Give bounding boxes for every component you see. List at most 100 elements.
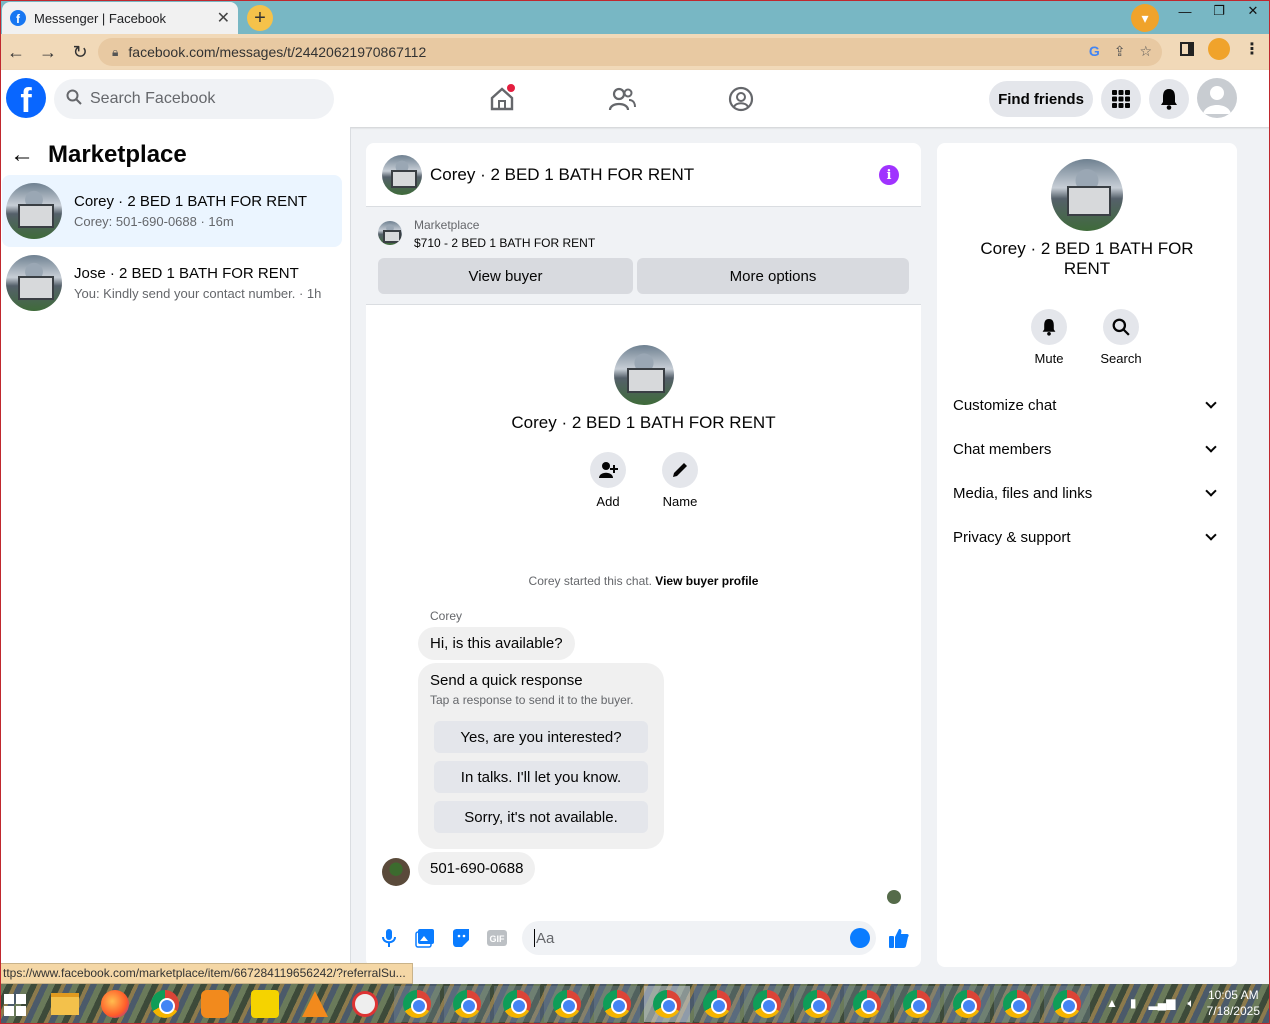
row-label: Chat members (953, 440, 1052, 458)
mute-button[interactable]: Mute (1019, 309, 1079, 366)
file-explorer-icon[interactable] (42, 986, 88, 1022)
lock-icon[interactable]: 🔒︎ (112, 45, 118, 60)
share-icon[interactable]: ⇪ (1114, 43, 1126, 60)
chrome-window-icon[interactable] (844, 986, 890, 1022)
chrome-window-icon[interactable] (394, 986, 440, 1022)
uc-browser-icon[interactable] (192, 986, 238, 1022)
sticker-icon[interactable] (450, 927, 472, 949)
thumbs-up-icon[interactable] (888, 927, 910, 949)
back-arrow-icon[interactable]: ← (10, 141, 34, 169)
marketplace-title: Marketplace (48, 141, 187, 168)
firefox-icon[interactable] (92, 986, 138, 1022)
name-button[interactable]: Name (650, 452, 710, 509)
app-icon[interactable] (342, 986, 388, 1022)
clock[interactable]: 10:05 AM 7/18/2025 (1207, 987, 1260, 1019)
chrome-window-icon[interactable] (794, 986, 840, 1022)
quick-reply-button[interactable]: Sorry, it's not available. (434, 801, 648, 833)
chrome-window-icon[interactable] (994, 986, 1040, 1022)
search-button[interactable]: Search (1091, 309, 1151, 366)
search-input[interactable]: Search Facebook (54, 79, 334, 119)
microphone-icon[interactable] (378, 927, 400, 949)
profile-avatar-icon[interactable] (1208, 38, 1230, 60)
listing-thumbnail[interactable] (378, 221, 402, 245)
minimize-icon[interactable]: — (1168, 0, 1202, 22)
conversation-title: Jose · 2 BED 1 BATH FOR RENT (74, 265, 299, 282)
gif-icon[interactable]: GIF (486, 927, 508, 949)
friends-icon[interactable] (607, 84, 637, 114)
media-files-links-row[interactable]: Media, files and links (953, 471, 1221, 515)
windows-start-icon[interactable] (4, 994, 26, 1016)
menu-grid-icon[interactable] (1101, 79, 1141, 119)
info-icon[interactable]: i (879, 165, 899, 185)
name-label: Name (662, 494, 698, 509)
chrome-window-icon[interactable] (544, 986, 590, 1022)
chrome-icon[interactable] (142, 986, 188, 1022)
notifications-bell-icon[interactable] (1149, 79, 1189, 119)
text-caret (534, 929, 535, 947)
privacy-support-row[interactable]: Privacy & support (953, 515, 1221, 559)
player-icon[interactable] (242, 986, 288, 1022)
listing-price[interactable]: $710 - 2 BED 1 BATH FOR RENT (414, 236, 595, 250)
conversation-item[interactable]: Jose · 2 BED 1 BATH FOR RENT You: Kindly… (2, 247, 342, 319)
quick-reply-button[interactable]: Yes, are you interested? (434, 721, 648, 753)
message-bubble[interactable]: Hi, is this available? (418, 627, 575, 660)
chat-avatar[interactable] (382, 154, 422, 195)
more-options-button[interactable]: More options (637, 258, 909, 294)
photo-icon[interactable] (414, 927, 436, 949)
chat-title[interactable]: Corey · 2 BED 1 BATH FOR RENT (430, 165, 694, 185)
reload-icon[interactable]: ↻ (64, 36, 96, 68)
google-icon[interactable]: G (1089, 43, 1100, 60)
row-label: Customize chat (953, 396, 1057, 414)
chat-started-note: Corey started this chat. View buyer prof… (366, 574, 921, 588)
tray-overflow-icon[interactable]: ▲ (1106, 996, 1118, 1010)
message-placeholder: Aa (536, 929, 555, 947)
quick-response-subtitle: Tap a response to send it to the buyer. (430, 693, 634, 707)
chrome-window-icon[interactable] (894, 986, 940, 1022)
kebab-menu-icon[interactable]: ⋮ (1244, 39, 1260, 59)
groups-icon[interactable] (726, 84, 756, 114)
restore-icon[interactable]: ❐ (1202, 0, 1236, 22)
forward-icon[interactable]: → (32, 36, 64, 68)
address-bar[interactable]: 🔒︎ facebook.com/messages/t/2442062197086… (98, 38, 1162, 66)
chrome-window-icon[interactable] (944, 986, 990, 1022)
browser-toolbar: ← → ↻ 🔒︎ facebook.com/messages/t/2442062… (0, 34, 1270, 70)
message-input[interactable]: Aa (522, 921, 876, 955)
search-icon (1103, 309, 1139, 345)
facebook-logo-icon[interactable]: f (6, 78, 46, 118)
chrome-window-icon[interactable] (594, 986, 640, 1022)
bookmark-star-icon[interactable]: ☆ (1139, 43, 1152, 60)
browser-tab[interactable]: f Messenger | Facebook ✕ (2, 2, 238, 34)
chat-members-row[interactable]: Chat members (953, 427, 1221, 471)
chrome-window-icon[interactable] (744, 986, 790, 1022)
signal-icon[interactable]: ▂▄▆ (1148, 996, 1175, 1010)
customize-chat-row[interactable]: Customize chat (953, 383, 1221, 427)
back-icon[interactable]: ← (0, 36, 32, 68)
network-icon[interactable]: ▮ (1130, 996, 1137, 1010)
tab-close-icon[interactable]: ✕ (217, 8, 230, 28)
chrome-window-icon[interactable] (1044, 986, 1090, 1022)
system-tray: ▲ ▮ ▂▄▆ 🔈︎ 10:05 AM 7/18/2025 (1106, 987, 1260, 1019)
view-buyer-profile-link[interactable]: View buyer profile (655, 574, 758, 588)
view-buyer-button[interactable]: View buyer (378, 258, 633, 294)
emoji-icon[interactable] (850, 928, 870, 948)
chrome-window-icon[interactable] (694, 986, 740, 1022)
chrome-window-icon[interactable] (644, 986, 690, 1022)
conversation-item[interactable]: Corey · 2 BED 1 BATH FOR RENT Corey: 501… (2, 175, 342, 247)
side-panel-icon[interactable] (1180, 42, 1194, 56)
sender-avatar[interactable] (382, 858, 410, 886)
chrome-window-icon[interactable] (494, 986, 540, 1022)
vlc-icon[interactable] (292, 986, 338, 1022)
add-button[interactable]: Add (578, 452, 638, 509)
tab-search-button[interactable]: ▾ (1131, 4, 1159, 32)
close-window-icon[interactable]: ✕ (1236, 0, 1270, 22)
home-icon[interactable] (487, 84, 517, 114)
find-friends-button[interactable]: Find friends (989, 81, 1093, 117)
conversation-title: Corey · 2 BED 1 BATH FOR RENT (74, 193, 308, 210)
volume-icon[interactable]: 🔈︎ (1187, 996, 1194, 1011)
chrome-window-icon[interactable] (444, 986, 490, 1022)
account-avatar[interactable] (1197, 78, 1237, 118)
quick-reply-button[interactable]: In talks. I'll let you know. (434, 761, 648, 793)
new-tab-button[interactable]: + (247, 5, 273, 31)
info-avatar[interactable] (1051, 159, 1123, 231)
message-bubble[interactable]: 501-690-0688 (418, 852, 536, 885)
